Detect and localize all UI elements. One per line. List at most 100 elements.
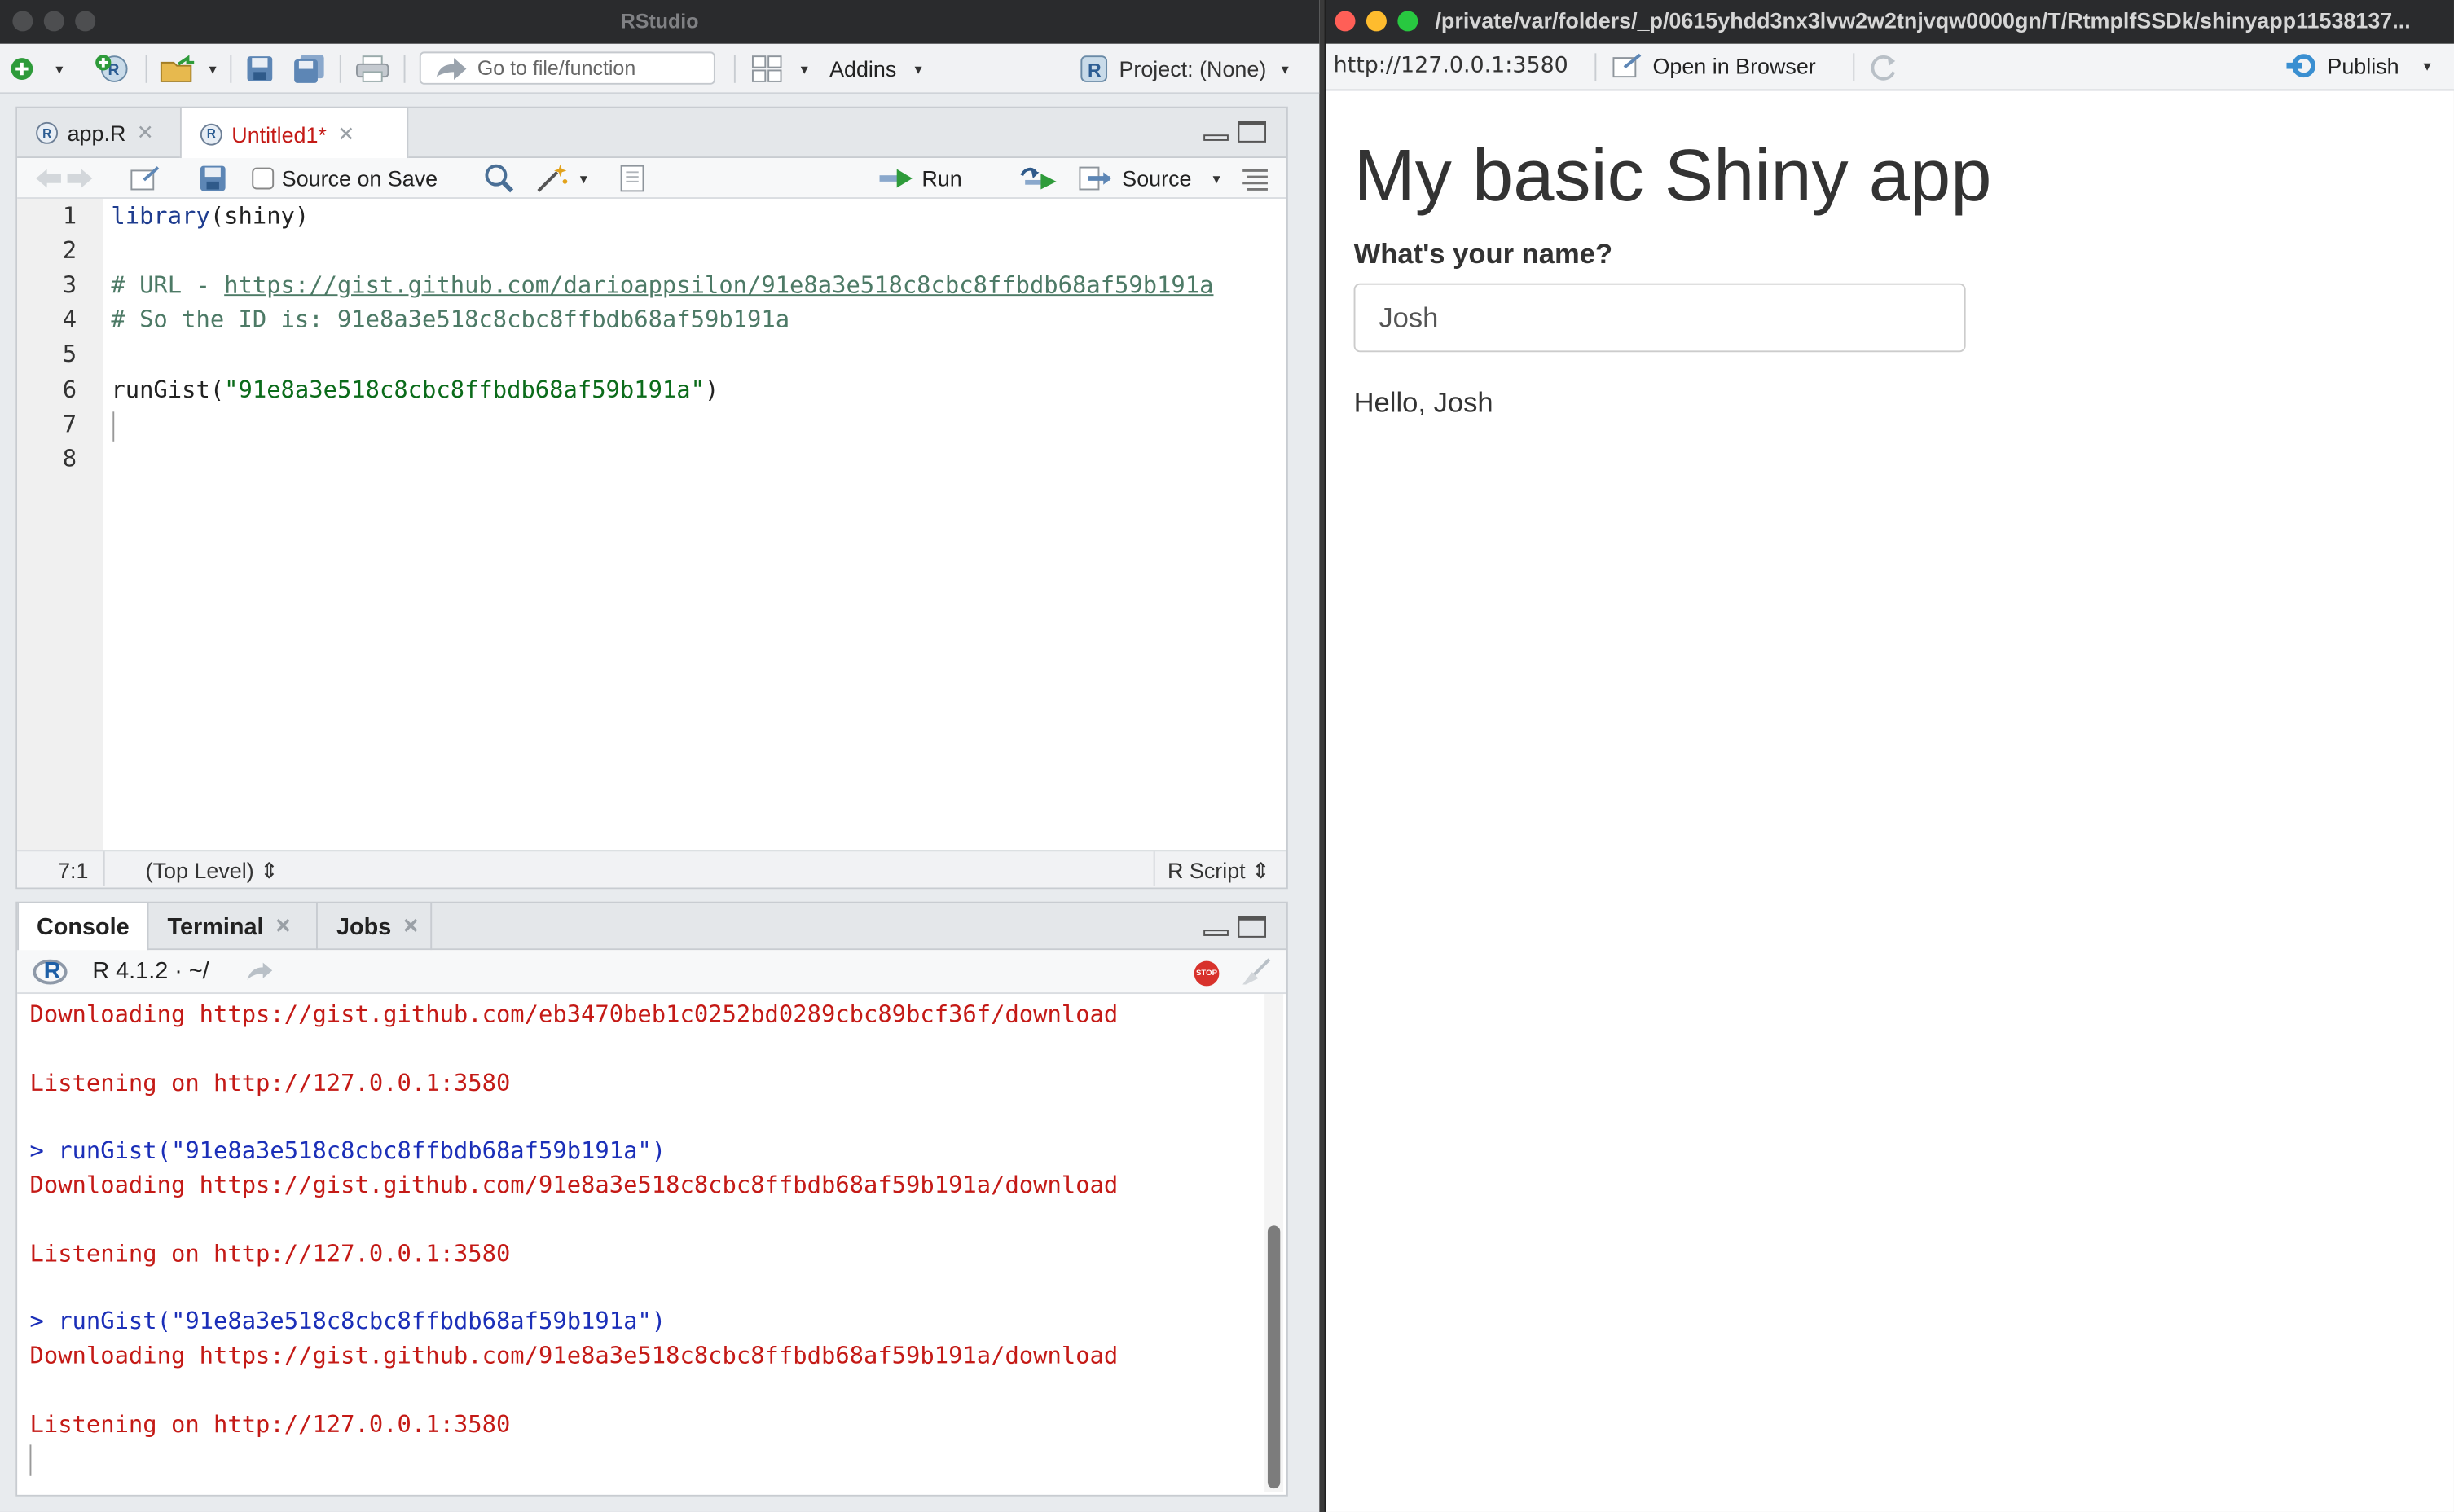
code-tools-button[interactable]: ▼ — [534, 163, 590, 194]
maximize-pane-icon[interactable] — [1238, 120, 1267, 143]
pane-size-controls — [1203, 120, 1267, 143]
toolbar-divider — [733, 55, 736, 83]
code-token: (shiny) — [209, 201, 310, 231]
svg-text:R: R — [1088, 59, 1102, 81]
broom-clear-icon[interactable] — [1238, 958, 1272, 987]
console-line: Downloading https://gist.github.com/91e8… — [29, 1171, 1119, 1199]
new-project-button[interactable]: R — [94, 53, 134, 84]
greeting-text: Hello, Josh — [1353, 386, 1493, 418]
gist-url-link[interactable]: https://gist.github.com/darioappsilon/91… — [224, 270, 1213, 299]
minimize-pane-icon[interactable] — [1203, 930, 1229, 936]
document-outline-button[interactable] — [1241, 163, 1269, 194]
close-tab-icon[interactable]: ✕ — [137, 121, 154, 146]
console-info-bar: R R 4.1.2 · ~/ STOP — [17, 950, 1286, 995]
save-editor-button[interactable] — [199, 163, 227, 194]
save-button[interactable] — [246, 53, 275, 84]
minimize-pane-icon[interactable] — [1203, 134, 1229, 141]
line-number: 5 — [62, 339, 77, 368]
maximize-pane-icon[interactable] — [1238, 915, 1267, 938]
publish-button[interactable]: Publish ▼ — [2286, 53, 2434, 78]
publish-icon — [2286, 54, 2315, 78]
console-line: > runGist("91e8a3e518c8cbc8ffbdb68af59b1… — [29, 1136, 666, 1165]
minimize-window-button[interactable] — [1366, 11, 1387, 32]
magic-wand-icon — [537, 164, 568, 192]
console-output[interactable]: Downloading https://gist.github.com/eb34… — [17, 994, 1261, 1495]
toolbar-divider — [145, 55, 147, 83]
status-divider — [103, 851, 105, 886]
go-back-button[interactable] — [33, 163, 95, 194]
console-line: Listening on http://127.0.0.1:3580 — [29, 1410, 511, 1439]
line-number: 1 — [62, 201, 77, 231]
line-number: 7 — [62, 410, 77, 438]
source-label: Source — [1122, 165, 1192, 191]
editor-tabbar: R app.R ✕ R Untitled1* ✕ — [17, 108, 1286, 160]
r-version: R 4.1.2 · ~/ — [92, 957, 209, 985]
tab-console[interactable]: Console — [17, 903, 149, 952]
workspace-panes-button[interactable]: ▼ — [751, 53, 811, 84]
refresh-button[interactable] — [1869, 53, 1900, 81]
name-input[interactable] — [1353, 283, 1966, 353]
console-cursor — [29, 1444, 32, 1476]
app-url: http://127.0.0.1:3580 — [1333, 53, 1568, 79]
source-on-save-label: Source on Save — [281, 165, 438, 191]
compile-report-button[interactable] — [618, 163, 647, 194]
console-line: Downloading https://gist.github.com/91e8… — [29, 1341, 1119, 1370]
save-all-button[interactable] — [292, 53, 327, 84]
new-file-button[interactable]: ▼ — [10, 53, 66, 84]
print-button[interactable] — [355, 53, 389, 84]
code-line-1: library(shiny) — [111, 202, 309, 231]
code-token: library — [111, 201, 210, 231]
close-tab-icon[interactable]: ✕ — [337, 121, 354, 147]
folder-open-icon — [160, 55, 195, 82]
tab-app-r[interactable]: R app.R ✕ — [17, 108, 180, 158]
arrow-right-icon — [436, 57, 467, 80]
console-line: Listening on http://127.0.0.1:3580 — [29, 1069, 511, 1097]
project-menu[interactable]: R Project: (None) ▼ — [1079, 53, 1291, 84]
scope-selector[interactable]: (Top Level) ⇕ — [146, 858, 279, 885]
chevron-down-icon: ▼ — [1278, 61, 1291, 77]
source-on-save-checkbox[interactable]: Source on Save — [252, 163, 438, 194]
notebook-icon — [620, 165, 644, 192]
text-cursor — [112, 411, 115, 442]
chevron-down-icon: ▼ — [1210, 171, 1223, 186]
code-token: runGist( — [111, 376, 225, 404]
stop-icon[interactable]: STOP — [1194, 960, 1220, 987]
console-line: Listening on http://127.0.0.1:3580 — [29, 1239, 511, 1268]
line-number-gutter: 1 2 3 4 5 6 7 8 — [17, 199, 103, 850]
close-tab-icon[interactable]: ✕ — [402, 914, 420, 939]
addins-menu[interactable]: Addins ▼ — [829, 53, 925, 84]
code-editor[interactable]: library(shiny) # URL - https://gist.gith… — [111, 199, 1286, 850]
zoom-window-button[interactable] — [1397, 11, 1418, 32]
chevron-down-icon: ▼ — [53, 61, 66, 77]
save-all-icon — [294, 55, 324, 83]
tab-untitled1[interactable]: R Untitled1* ✕ — [179, 108, 409, 160]
chevron-down-icon: ▼ — [206, 61, 219, 77]
rstudio-window: RStudio ▼ R ▼ Go to file/function ▼ Addi… — [0, 0, 1320, 1512]
close-tab-icon[interactable]: ✕ — [275, 914, 292, 939]
outline-icon — [1242, 169, 1268, 191]
back-forward-icon — [36, 169, 93, 188]
line-number: 2 — [62, 236, 77, 265]
save-icon — [247, 56, 273, 81]
source-button[interactable]: Source ▼ — [1079, 163, 1223, 194]
print-icon — [356, 55, 389, 82]
open-in-browser-button[interactable]: Open in Browser — [1612, 53, 1816, 78]
run-button[interactable]: Run — [878, 163, 962, 194]
goto-file-function-field[interactable]: Go to file/function — [419, 51, 715, 85]
status-divider — [1153, 851, 1155, 886]
checkbox-box[interactable] — [252, 167, 275, 190]
goto-directory-icon[interactable] — [246, 961, 275, 983]
new-project-icon: R — [95, 55, 128, 82]
code-token: ) — [704, 376, 719, 404]
cursor-position: 7:1 — [58, 857, 89, 883]
rerun-button[interactable] — [1019, 163, 1060, 194]
file-type-selector[interactable]: R Script ⇕ — [1168, 858, 1270, 885]
tab-jobs[interactable]: Jobs ✕ — [316, 903, 420, 951]
tab-terminal[interactable]: Terminal ✕ — [168, 903, 292, 951]
viewer-titlebar: /private/var/folders/_p/0615yhdd3nx3lvw2… — [1326, 0, 2454, 44]
close-window-button[interactable] — [1335, 11, 1356, 32]
show-in-window-button[interactable] — [130, 163, 161, 194]
console-scrollbar-thumb[interactable] — [1267, 1225, 1281, 1489]
open-file-button[interactable]: ▼ — [160, 53, 219, 84]
find-replace-button[interactable] — [484, 163, 515, 194]
